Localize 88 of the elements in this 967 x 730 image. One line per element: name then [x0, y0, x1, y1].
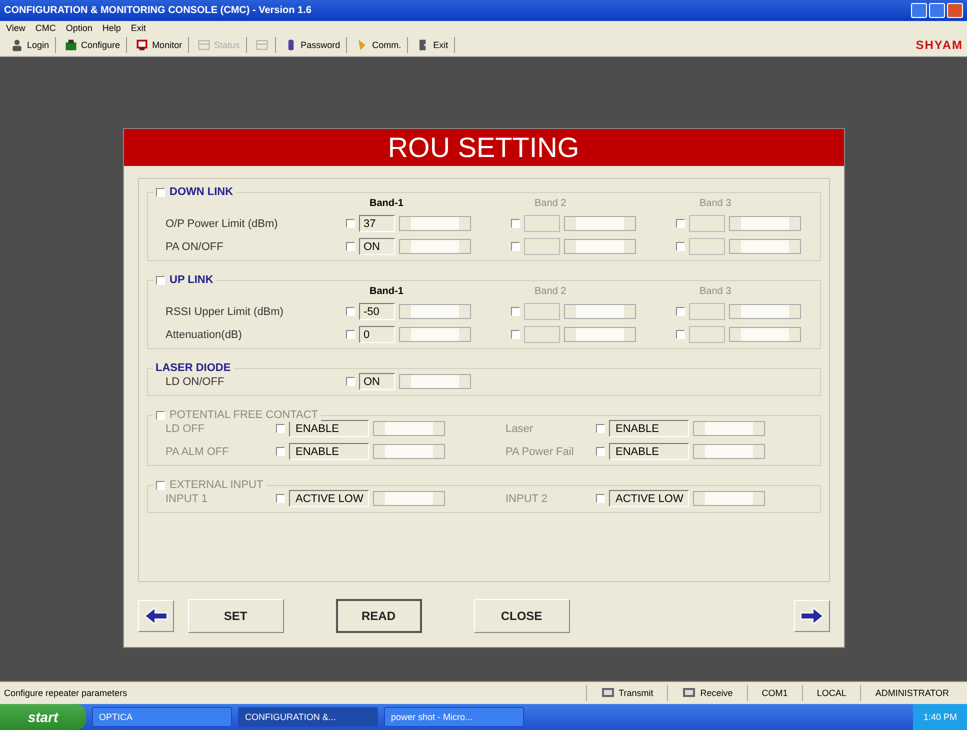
dialog-button[interactable]: CLOSE	[474, 599, 570, 633]
value-field[interactable]: 0	[358, 326, 394, 343]
scroll-control[interactable]	[398, 239, 470, 254]
field-label: RSSI Upper Limit (dBm)	[166, 306, 284, 318]
menu-item[interactable]: View	[6, 22, 26, 32]
group-title: POTENTIAL FREE CONTACT	[170, 409, 318, 421]
menu-item[interactable]: CMC	[35, 22, 56, 32]
toolbar-button[interactable]: Password	[278, 37, 348, 53]
field-label: PA ON/OFF	[166, 240, 224, 252]
taskbar-button[interactable]: OPTICA	[92, 707, 232, 727]
right-arrow-icon	[800, 607, 824, 625]
status-indicator: ADMINISTRATOR	[875, 688, 949, 698]
toolbar-button[interactable]: Comm.	[349, 37, 408, 53]
table-icon	[254, 38, 269, 52]
toolbar-button[interactable]: Login	[4, 37, 56, 53]
toolbar-button[interactable]: Configure	[58, 37, 128, 53]
close-button[interactable]	[947, 3, 963, 18]
field-label: PA ALM OFF	[166, 446, 229, 458]
band-header: Band-1	[370, 286, 404, 297]
brand-logo: SHYAM	[916, 38, 963, 52]
menu-item[interactable]: Help	[102, 22, 121, 32]
scroll-control[interactable]	[398, 216, 470, 231]
field-label: Attenuation(dB)	[166, 328, 242, 340]
scroll-control[interactable]	[564, 216, 636, 231]
scroll-control[interactable]	[564, 304, 636, 319]
forward-button[interactable]	[794, 600, 830, 632]
checkbox[interactable]	[346, 219, 354, 228]
status-indicator: LOCAL	[816, 688, 846, 698]
window-title: CONFIGURATION & MONITORING CONSOLE (CMC) - Version 1.6	[4, 5, 312, 16]
status-indicator: Receive	[700, 688, 733, 698]
menu-item[interactable]: Exit	[130, 22, 146, 32]
scroll-control[interactable]	[728, 327, 800, 342]
group-title: EXTERNAL INPUT	[170, 479, 264, 491]
scroll-control[interactable]	[564, 327, 636, 342]
status-indicator: Transmit	[618, 688, 654, 698]
dialog-button[interactable]: SET	[188, 599, 284, 633]
value-field[interactable]: -50	[358, 303, 394, 320]
checkbox[interactable]	[156, 188, 164, 196]
terminal-icon	[682, 687, 696, 699]
band-header: Band 2	[534, 286, 566, 297]
clock: 1:40 PM	[923, 712, 957, 722]
scroll-control[interactable]	[398, 304, 470, 319]
scroll-control[interactable]	[728, 216, 800, 231]
table-icon	[197, 38, 212, 52]
menu-item[interactable]: Option	[66, 22, 92, 32]
dialog-title: ROU SETTING	[124, 129, 844, 166]
scroll-control[interactable]	[564, 239, 636, 254]
person-icon	[10, 38, 24, 52]
checkbox[interactable]	[346, 242, 354, 251]
group-title: UP LINK	[170, 274, 214, 286]
field-label: Laser	[506, 422, 534, 434]
band-header: Band 2	[534, 198, 566, 209]
field-label: INPUT 1	[166, 492, 208, 504]
band-header: Band-1	[370, 198, 404, 209]
value-field[interactable]: ON	[358, 238, 394, 255]
band-header: Band 3	[700, 198, 732, 209]
value-field[interactable]: 37	[358, 215, 394, 232]
scroll-control[interactable]	[728, 304, 800, 319]
back-button[interactable]	[138, 600, 174, 632]
taskbar-button[interactable]: power shot - Micro...	[384, 707, 524, 727]
group-title: DOWN LINK	[170, 186, 234, 198]
minimize-button[interactable]	[911, 3, 927, 18]
checkbox[interactable]	[346, 330, 354, 339]
dialog-button[interactable]: READ	[336, 599, 422, 633]
value-field[interactable]: ON	[358, 373, 394, 390]
status-indicator: COM1	[762, 688, 788, 698]
toolbar-button[interactable]: Exit	[410, 37, 456, 53]
scroll-control[interactable]	[728, 239, 800, 254]
start-button[interactable]: start	[0, 704, 86, 730]
checkbox[interactable]	[346, 377, 354, 386]
scroll-control[interactable]	[398, 327, 470, 342]
maximize-button[interactable]	[929, 3, 945, 18]
checkbox[interactable]	[156, 276, 164, 284]
scroll-control[interactable]	[398, 374, 470, 389]
field-label: LD OFF	[166, 422, 205, 434]
monitor-icon	[135, 38, 150, 52]
left-arrow-icon	[144, 607, 168, 625]
toolbar-button[interactable]: Monitor	[129, 37, 190, 53]
terminal-icon	[600, 687, 615, 699]
field-label: PA Power Fail	[506, 446, 574, 458]
group-title: LASER DIODE	[156, 362, 231, 374]
field-label: O/P Power Limit (dBm)	[166, 218, 278, 230]
status-message: Configure repeater parameters	[4, 688, 128, 698]
taskbar-button[interactable]: CONFIGURATION &...	[238, 707, 378, 727]
field-label: INPUT 2	[506, 492, 548, 504]
band-header: Band 3	[700, 286, 732, 297]
field-label: LD ON/OFF	[166, 376, 224, 388]
checkbox[interactable]	[346, 307, 354, 316]
